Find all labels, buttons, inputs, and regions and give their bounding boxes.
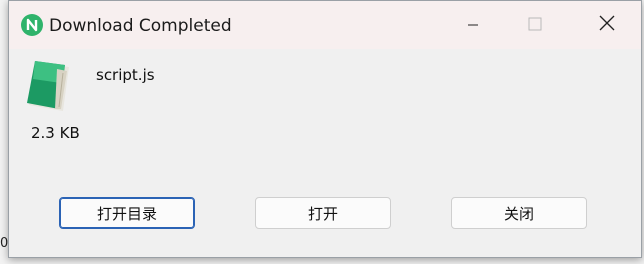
download-completed-dialog: Download Completed script.js 2.3 KB 打开目录… bbox=[8, 0, 642, 258]
close-button[interactable]: 关闭 bbox=[451, 197, 587, 229]
maximize-button[interactable] bbox=[501, 1, 569, 49]
close-icon bbox=[599, 15, 615, 35]
n-logo-icon bbox=[21, 14, 43, 36]
maximize-icon bbox=[528, 16, 542, 35]
dialog-title: Download Completed bbox=[49, 16, 232, 36]
file-name: script.js bbox=[96, 66, 155, 84]
file-size: 2.3 KB bbox=[31, 124, 80, 142]
open-folder-button[interactable]: 打开目录 bbox=[59, 197, 195, 229]
title-bar[interactable]: Download Completed bbox=[9, 1, 641, 49]
close-window-button[interactable] bbox=[573, 1, 641, 49]
minimize-icon bbox=[467, 16, 479, 35]
notepad-file-icon bbox=[23, 59, 75, 115]
open-file-button[interactable]: 打开 bbox=[255, 197, 391, 229]
minimize-button[interactable] bbox=[439, 1, 507, 49]
